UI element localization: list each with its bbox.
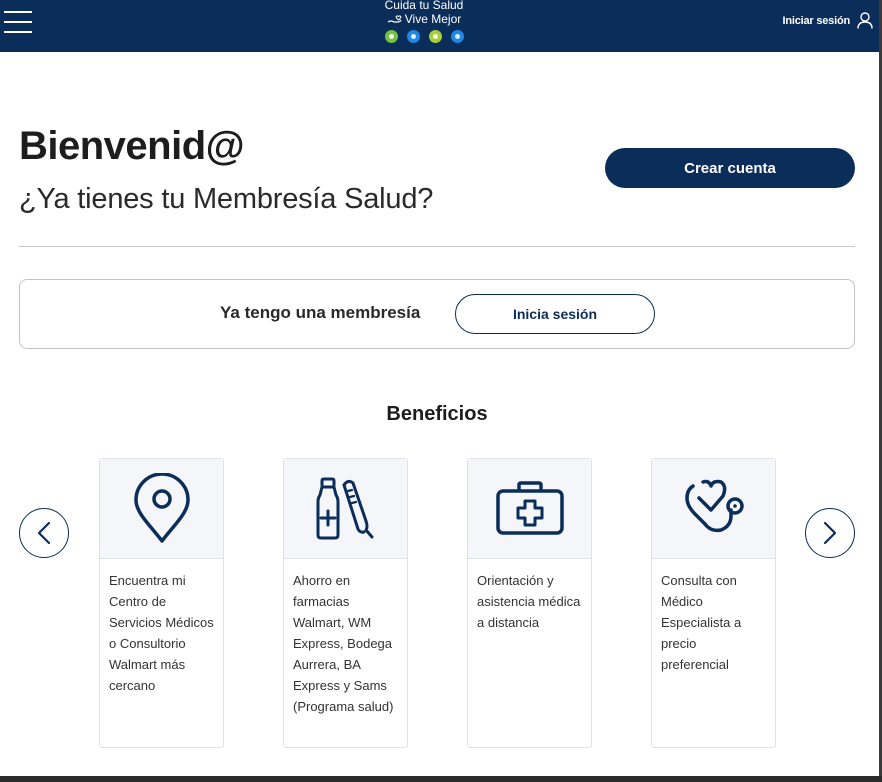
brand-dot-icon bbox=[450, 30, 464, 43]
header-login-label: Iniciar sesión bbox=[782, 14, 850, 27]
benefit-card[interactable]: Encuentra mi Centro de Servicios Médicos… bbox=[99, 458, 224, 748]
page: Cuida tu Salud Vive Mejor Iniciar sesión bbox=[0, 0, 879, 776]
location-pin-icon bbox=[133, 472, 190, 543]
hamburger-menu-icon[interactable] bbox=[4, 11, 33, 35]
brand-logo[interactable]: Cuida tu Salud Vive Mejor bbox=[370, 0, 478, 52]
carousel-prev-button[interactable] bbox=[19, 508, 69, 558]
divider bbox=[19, 246, 855, 247]
carousel-next-button[interactable] bbox=[805, 508, 855, 558]
benefit-card-image bbox=[100, 459, 223, 559]
benefit-card-image bbox=[468, 459, 591, 559]
benefit-card-text: Encuentra mi Centro de Servicios Médicos… bbox=[109, 573, 214, 693]
brand-dot-icon bbox=[384, 30, 398, 43]
membership-box: Ya tengo una membresía Inicia sesión bbox=[19, 279, 855, 349]
membership-text: Ya tengo una membresía bbox=[220, 303, 421, 322]
hand-heart-icon bbox=[387, 15, 402, 23]
brand-line2: Vive Mejor bbox=[404, 12, 462, 26]
create-account-button[interactable]: Crear cuenta bbox=[605, 148, 855, 188]
benefit-card-image bbox=[652, 459, 775, 559]
page-subtitle: ¿Ya tienes tu Membresía Salud? bbox=[19, 183, 434, 215]
chevron-left-icon bbox=[37, 521, 51, 545]
top-header: Cuida tu Salud Vive Mejor Iniciar sesión bbox=[0, 0, 879, 52]
benefit-card-text: Consulta con Médico Especialista a preci… bbox=[661, 573, 742, 672]
medicine-thermometer-icon bbox=[316, 477, 373, 539]
brand-dot-icon bbox=[428, 30, 442, 43]
benefits-title: Beneficios bbox=[386, 403, 488, 425]
benefit-card-text: Ahorro en farmacias Walmart, WM Express,… bbox=[293, 573, 394, 714]
benefit-card[interactable]: Ahorro en farmacias Walmart, WM Express,… bbox=[283, 458, 408, 748]
chevron-right-icon bbox=[823, 521, 837, 545]
signin-button[interactable]: Inicia sesión bbox=[455, 294, 655, 334]
user-icon bbox=[857, 12, 873, 29]
header-login-link[interactable]: Iniciar sesión bbox=[782, 12, 873, 29]
stethoscope-icon bbox=[684, 479, 744, 532]
benefit-card[interactable]: Orientación y asistencia médica a distan… bbox=[467, 458, 592, 748]
page-title: Bienvenid@ bbox=[19, 124, 245, 168]
brand-dot-icon bbox=[406, 30, 420, 43]
benefit-card-image bbox=[284, 459, 407, 559]
window-bottom-edge bbox=[0, 776, 882, 782]
brand-dots bbox=[370, 30, 478, 43]
brand-line1: Cuida tu Salud bbox=[384, 0, 464, 12]
medical-kit-icon bbox=[495, 480, 564, 535]
benefit-card-text: Orientación y asistencia médica a distan… bbox=[477, 573, 581, 630]
benefit-card[interactable]: Consulta con Médico Especialista a preci… bbox=[651, 458, 776, 748]
